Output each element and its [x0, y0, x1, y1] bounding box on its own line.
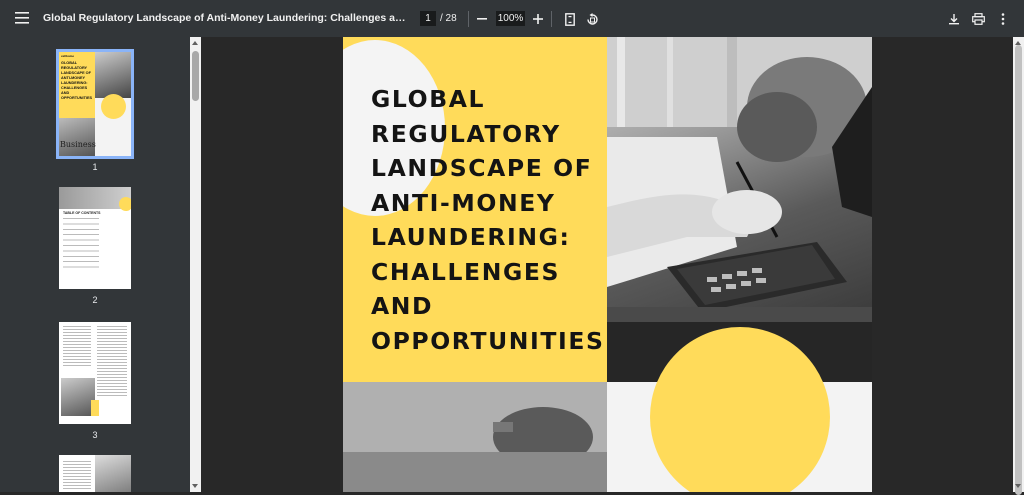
thumb-text-left	[63, 461, 91, 491]
thumbnail-number: 1	[92, 162, 98, 172]
thumbnail-number: 3	[92, 430, 98, 440]
thumb-photo	[95, 52, 131, 98]
page-number-input[interactable]: 1	[420, 11, 436, 26]
document-title: Global Regulatory Landscape of Anti-Mone…	[43, 12, 409, 24]
sidebar-scrollbar[interactable]	[190, 37, 201, 492]
minus-icon[interactable]	[468, 5, 496, 33]
thumb-photo	[95, 455, 131, 492]
cover-yellow-circle	[650, 327, 830, 492]
menu-icon[interactable]	[8, 4, 36, 32]
pdf-viewer[interactable]: GLOBAL REGULATORY LANDSCAPE OF ANTI-MONE…	[201, 37, 1013, 492]
thumb-photo	[61, 378, 95, 416]
cover-yellow-panel: GLOBAL REGULATORY LANDSCAPE OF ANTI-MONE…	[343, 37, 607, 382]
scrollbar-thumb[interactable]	[1015, 45, 1022, 495]
pdf-page-1: GLOBAL REGULATORY LANDSCAPE OF ANTI-MONE…	[343, 37, 872, 492]
zoom-level-input[interactable]: 100%	[496, 11, 525, 26]
thumb-toc-lines	[63, 218, 99, 268]
scroll-down-arrow-icon[interactable]	[1015, 484, 1021, 488]
thumbnail-image[interactable]: cellbome GLOBAL REGULATORY LANDSCAPE OF …	[56, 49, 134, 159]
thumb-yellow-circle	[101, 94, 126, 119]
thumbnail-page-3[interactable]: 3	[55, 322, 135, 440]
rotate-icon[interactable]	[578, 5, 606, 33]
scroll-up-arrow-icon[interactable]	[192, 41, 198, 45]
cover-title: GLOBAL REGULATORY LANDSCAPE OF ANTI-MONE…	[371, 85, 605, 355]
thumbnail-image[interactable]	[59, 455, 131, 492]
thumbnail-number: 2	[92, 295, 98, 305]
toolbar-divider	[551, 11, 552, 27]
thumb-text-left	[63, 326, 91, 366]
thumb-yellow-circle	[119, 197, 131, 211]
more-vert-icon[interactable]	[989, 5, 1017, 33]
print-icon[interactable]	[964, 5, 992, 33]
plus-icon[interactable]	[524, 5, 552, 33]
thumb-text-right	[97, 326, 127, 396]
thumb-bottom-photo	[59, 118, 95, 156]
thumb-yellow-bar	[91, 400, 99, 416]
thumbnail-image[interactable]: TABLE OF CONTENTS	[59, 187, 131, 289]
thumbnail-page-2[interactable]: TABLE OF CONTENTS 2	[55, 187, 135, 305]
page-total: / 28	[440, 13, 457, 24]
thumb-toc-heading: TABLE OF CONTENTS	[63, 211, 101, 215]
thumb-logo: cellbome	[61, 54, 75, 58]
thumbnail-page-1[interactable]: cellbome GLOBAL REGULATORY LANDSCAPE OF …	[55, 49, 135, 172]
scroll-down-arrow-icon[interactable]	[192, 484, 198, 488]
thumbnail-page-4[interactable]	[55, 455, 135, 492]
viewer-scrollbar[interactable]	[1013, 37, 1024, 495]
thumbnail-sidebar: cellbome GLOBAL REGULATORY LANDSCAPE OF …	[0, 37, 190, 492]
scrollbar-thumb[interactable]	[192, 51, 199, 101]
thumbnail-image[interactable]	[59, 322, 131, 424]
cover-photo-bottom	[343, 382, 607, 492]
pdf-toolbar: Global Regulatory Landscape of Anti-Mone…	[0, 0, 1024, 37]
thumb-business-text: Business	[60, 140, 96, 149]
thumb-title: GLOBAL REGULATORY LANDSCAPE OF ANTI-MONE…	[61, 61, 93, 100]
